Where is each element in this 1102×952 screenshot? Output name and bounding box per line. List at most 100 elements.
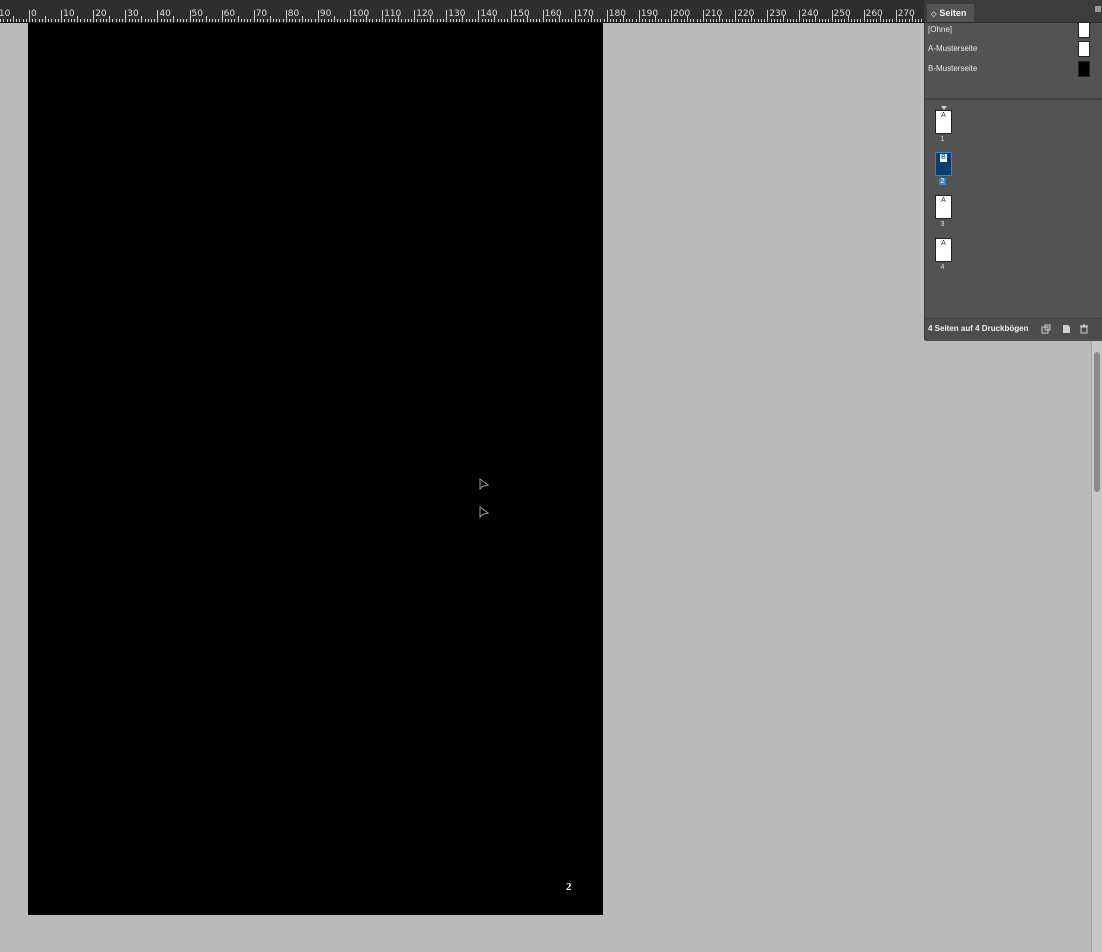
ruler-minor-tick xyxy=(80,19,82,22)
ruler-minor-tick xyxy=(902,19,904,22)
ruler-minor-tick xyxy=(64,19,66,22)
ruler-minor-tick xyxy=(712,19,714,22)
ruler-minor-tick xyxy=(626,19,628,22)
ruler-minor-tick xyxy=(375,19,377,22)
ruler-minor-tick xyxy=(369,19,371,22)
panel-section-divider[interactable] xyxy=(925,98,1102,100)
master-item-b[interactable]: B-Musterseite xyxy=(925,60,1102,78)
ruler-minor-tick xyxy=(35,19,37,22)
ruler-minor-tick xyxy=(632,19,634,22)
master-item-a[interactable]: A-Musterseite xyxy=(925,40,1102,58)
ruler-minor-tick xyxy=(513,19,515,22)
tab-seiten[interactable]: ◇ Seiten xyxy=(927,4,975,22)
ruler-minor-tick xyxy=(51,19,53,22)
page-thumbnail-3[interactable]: A 3 xyxy=(935,195,953,228)
ruler-minor-tick xyxy=(613,19,615,22)
page-thumb[interactable]: A xyxy=(935,195,952,219)
ruler-major-tick xyxy=(157,10,159,22)
ruler-minor-tick xyxy=(918,19,920,22)
page-thumbnail-2[interactable]: B 2 xyxy=(935,152,953,185)
ruler-minor-tick xyxy=(876,19,878,22)
page-thumbnail-1[interactable]: A 1 xyxy=(935,106,953,143)
ruler-minor-tick xyxy=(529,19,531,22)
ruler-minor-tick xyxy=(57,19,59,22)
ruler-minor-tick xyxy=(667,19,669,22)
ruler-minor-tick xyxy=(77,16,79,22)
ruler-minor-tick xyxy=(577,19,579,22)
ruler-minor-tick xyxy=(333,16,335,22)
ruler-minor-tick xyxy=(757,19,759,22)
scroll-thumb[interactable] xyxy=(1094,352,1100,492)
page-thumb[interactable]: A xyxy=(935,238,952,262)
ruler-minor-tick xyxy=(311,19,313,22)
page-thumb-selected[interactable]: B xyxy=(935,152,952,176)
ruler-minor-tick xyxy=(719,16,721,22)
ruler-minor-tick xyxy=(709,19,711,22)
page-thumb[interactable]: A xyxy=(935,106,952,134)
ruler-minor-tick xyxy=(680,19,682,22)
page-thumbnail-4[interactable]: A 4 xyxy=(935,238,953,271)
new-page-icon[interactable] xyxy=(1061,324,1071,334)
ruler-minor-tick xyxy=(812,19,814,22)
ruler-minor-tick xyxy=(802,19,804,22)
ruler-minor-tick xyxy=(722,19,724,22)
ruler-minor-tick xyxy=(205,16,207,22)
ruler-minor-tick xyxy=(106,19,108,22)
ruler-minor-tick xyxy=(244,19,246,22)
ruler-major-tick xyxy=(574,10,576,22)
ruler-major-tick xyxy=(863,10,865,22)
ruler-minor-tick xyxy=(224,19,226,22)
ruler-major-tick xyxy=(93,10,95,22)
ruler-minor-tick xyxy=(263,19,265,22)
ruler-minor-tick xyxy=(809,19,811,22)
ruler-minor-tick xyxy=(83,19,85,22)
ruler-minor-tick xyxy=(693,19,695,22)
trash-icon[interactable] xyxy=(1079,324,1089,334)
ruler-minor-tick xyxy=(41,19,43,22)
ruler-minor-tick xyxy=(552,19,554,22)
collapse-icon[interactable]: ◇ xyxy=(931,11,936,18)
ruler-minor-tick xyxy=(661,19,663,22)
ruler-minor-tick xyxy=(276,19,278,22)
ruler-major-tick xyxy=(703,10,705,22)
page-number-label: 3 xyxy=(940,221,945,228)
ruler-major-tick xyxy=(317,10,319,22)
ruler-minor-tick xyxy=(298,19,300,22)
ruler-minor-tick xyxy=(192,19,194,22)
ruler-major-tick xyxy=(446,10,448,22)
ruler-minor-tick xyxy=(289,19,290,22)
ruler-minor-tick xyxy=(433,19,435,22)
ruler-major-tick xyxy=(189,10,191,22)
ruler-minor-tick xyxy=(73,19,75,22)
page-size-icon[interactable] xyxy=(1041,324,1051,334)
ruler-minor-tick xyxy=(616,19,618,22)
ruler-minor-tick xyxy=(581,19,583,22)
ruler-label: 90 xyxy=(319,9,332,19)
panel-menu-icon[interactable] xyxy=(1095,6,1101,12)
vertical-scrollbar[interactable] xyxy=(1091,340,1102,952)
ruler-minor-tick xyxy=(449,19,451,22)
ruler-minor-tick xyxy=(770,19,772,22)
ruler-minor-tick xyxy=(889,19,891,22)
ruler-minor-tick xyxy=(211,19,213,22)
ruler-minor-tick xyxy=(571,19,573,22)
ruler-major-tick xyxy=(767,10,769,22)
ruler-minor-tick xyxy=(674,19,676,22)
ruler-minor-tick xyxy=(844,19,846,22)
ruler-minor-tick xyxy=(748,19,750,22)
ruler-major-tick xyxy=(638,10,640,22)
ruler-minor-tick xyxy=(12,16,14,22)
ruler-minor-tick xyxy=(597,19,599,22)
tab-label: Seiten xyxy=(939,8,967,18)
ruler-minor-tick xyxy=(857,19,859,22)
master-thumbnail xyxy=(1078,41,1090,57)
ruler-major-tick xyxy=(895,10,897,22)
ruler-minor-tick xyxy=(866,19,868,22)
ruler-minor-tick xyxy=(163,19,165,22)
ruler-minor-tick xyxy=(558,16,560,22)
pages-panel[interactable]: ◇ Seiten [Ohne] A-Musterseite B-Mustersei… xyxy=(924,0,1102,341)
ruler-minor-tick xyxy=(539,19,541,22)
document-page[interactable]: 2 xyxy=(28,23,603,915)
master-item-none[interactable]: [Ohne] xyxy=(925,21,1102,39)
ruler-minor-tick xyxy=(372,19,374,22)
